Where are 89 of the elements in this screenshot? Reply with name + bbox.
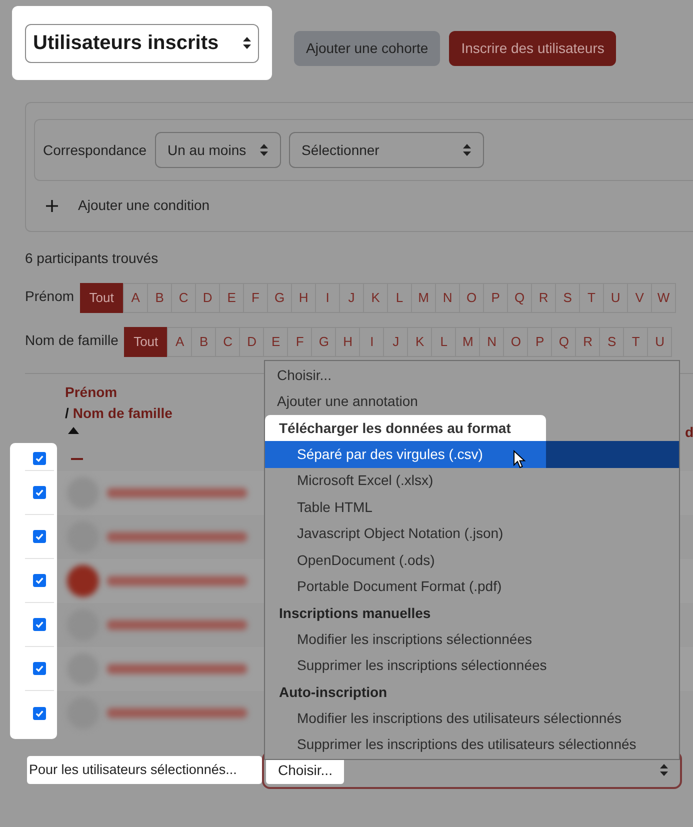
checkbox[interactable] (33, 530, 46, 543)
initial-letter-button[interactable]: F (288, 327, 312, 357)
initial-letter-button[interactable]: D (240, 327, 264, 357)
checkbox[interactable] (33, 618, 46, 631)
initial-letter-button[interactable]: V (628, 283, 652, 313)
menu-group-header: Télécharger les données au format (265, 415, 546, 441)
initial-letter-button[interactable]: B (192, 327, 216, 357)
bulk-action-label: Pour les utilisateurs sélectionnés... (27, 756, 262, 784)
initial-letter-button[interactable]: Q (552, 327, 576, 357)
menu-option[interactable]: Ajouter une annotation (265, 388, 679, 415)
menu-option[interactable]: Modifier les inscriptions sélectionnées (265, 626, 679, 652)
initial-letter-button[interactable]: J (384, 327, 408, 357)
initial-letter-button[interactable]: O (460, 283, 484, 313)
initial-letter-button[interactable]: G (268, 283, 292, 313)
menu-option[interactable]: Javascript Object Notation (.json) (265, 520, 679, 547)
initial-letter-button[interactable]: S (600, 327, 624, 357)
enrol-users-button[interactable]: Inscrire des utilisateurs (449, 30, 616, 66)
filter-type-select[interactable]: Sélectionner (288, 132, 484, 168)
initial-letter-button[interactable]: F (244, 283, 268, 313)
initial-letter-button[interactable]: G (312, 327, 336, 357)
initial-letter-button[interactable]: W (652, 283, 676, 313)
menu-option[interactable]: Choisir... (265, 362, 679, 388)
initial-letter-button[interactable]: P (528, 327, 552, 357)
initial-letter-button[interactable]: M (412, 283, 436, 313)
checkbox[interactable] (33, 706, 46, 720)
last-name-column-header[interactable]: Nom de famille (72, 403, 172, 424)
initial-letter-button[interactable]: B (148, 283, 172, 313)
updown-caret-icon (260, 144, 268, 156)
add-condition-button[interactable]: Ajouter une condition (46, 195, 210, 216)
menu-option[interactable]: Table HTML (265, 494, 679, 520)
menu-option[interactable]: Séparé par des virgules (.csv) (265, 441, 679, 468)
first-name-column-header[interactable]: Prénom (65, 382, 118, 403)
initial-letter-button[interactable]: T (580, 283, 604, 313)
checkbox[interactable] (33, 574, 46, 587)
initial-letter-button[interactable]: P (484, 283, 508, 313)
updown-caret-icon (462, 144, 471, 156)
initial-letter-button[interactable]: U (648, 327, 672, 357)
initial-letter-button[interactable]: M (456, 327, 480, 357)
match-select[interactable]: Un au moins (154, 132, 281, 168)
initial-letter-button[interactable]: N (480, 327, 504, 357)
initials-label: Nom de famille (25, 331, 118, 350)
column-separator: / (65, 404, 69, 423)
menu-group-header: Inscriptions manuelles (278, 604, 432, 623)
initial-letter-button[interactable]: C (216, 327, 240, 357)
checkbox[interactable] (33, 486, 46, 499)
initial-letter-button[interactable]: J (340, 283, 364, 313)
checkbox[interactable] (33, 452, 46, 465)
initial-letter-button[interactable]: Tout (80, 283, 124, 313)
initial-letter-button[interactable]: R (576, 327, 600, 357)
add-cohort-button[interactable]: Ajouter une cohorte (294, 30, 440, 66)
initial-letter-button[interactable]: I (360, 327, 384, 357)
menu-option[interactable]: Microsoft Excel (.xlsx) (265, 468, 679, 494)
initial-letter-button[interactable]: A (168, 327, 192, 357)
match-label: Correspondance (43, 140, 147, 160)
initial-letter-button[interactable]: I (316, 283, 340, 313)
avatar-photo-placeholder (67, 565, 99, 597)
column-header[interactable]: d (685, 422, 693, 443)
initial-letter-button[interactable]: Tout (124, 327, 168, 357)
initial-letter-button[interactable]: S (556, 283, 580, 313)
initial-letter-button[interactable]: Q (508, 283, 532, 313)
initial-letter-button[interactable]: K (364, 283, 388, 313)
initial-letter-button[interactable]: L (388, 283, 412, 313)
menu-option[interactable]: Modifier les inscriptions des utilisateurs sélectionnés (265, 705, 679, 732)
initial-letter-button[interactable]: E (220, 283, 244, 313)
initial-letter-button[interactable]: H (336, 327, 360, 357)
plus-icon (46, 200, 58, 212)
page-title-select[interactable]: Utilisateurs inscrits (25, 24, 259, 62)
initial-letter-button[interactable]: H (292, 283, 316, 313)
updown-caret-icon (243, 37, 251, 49)
initial-letter-button[interactable]: U (604, 283, 628, 313)
updown-caret-icon (660, 764, 668, 776)
initial-letter-button[interactable]: T (624, 327, 648, 357)
initial-letter-button[interactable]: L (432, 327, 456, 357)
mouse-pointer-icon (513, 450, 526, 469)
initial-letter-button[interactable]: E (264, 327, 288, 357)
menu-option[interactable]: OpenDocument (.ods) (265, 547, 679, 574)
initial-letter-button[interactable]: D (196, 283, 220, 313)
checkbox[interactable] (33, 662, 46, 675)
initial-letter-button[interactable]: A (124, 283, 148, 313)
menu-group-header: Auto-inscription (278, 682, 388, 702)
participant-count: 6 participants trouvés (25, 249, 158, 268)
initial-letter-button[interactable]: N (436, 283, 460, 313)
initial-letter-button[interactable]: R (532, 283, 556, 313)
initial-letter-button[interactable]: O (504, 327, 528, 357)
initial-letter-button[interactable]: C (172, 283, 196, 313)
deselect-dash-icon (71, 458, 83, 460)
sort-ascending-icon (68, 427, 79, 434)
initials-label: Prénom (25, 287, 74, 306)
initial-letter-button[interactable]: K (408, 327, 432, 357)
